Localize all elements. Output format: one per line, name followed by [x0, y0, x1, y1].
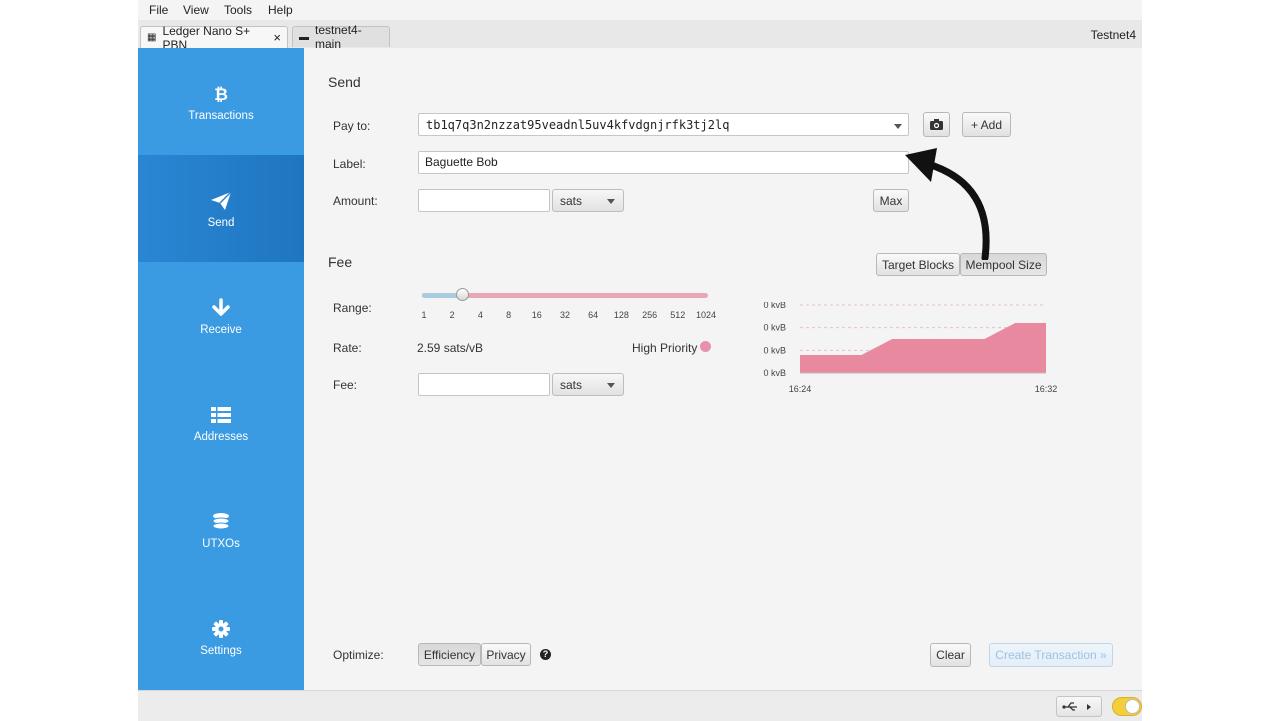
- scan-qr-button[interactable]: [923, 112, 950, 137]
- fee-input[interactable]: [418, 373, 550, 396]
- sidebar-item-label: Transactions: [188, 110, 254, 122]
- label-value: Baguette Bob: [425, 155, 498, 169]
- range-tick-label: 32: [559, 310, 571, 320]
- menu-tools[interactable]: Tools: [224, 3, 252, 17]
- camera-icon: [930, 119, 943, 130]
- mempool-area-series: [800, 323, 1046, 373]
- range-tick-label: 1024: [695, 310, 717, 320]
- add-recipient-button[interactable]: + Add: [962, 112, 1011, 137]
- menu-file[interactable]: File: [149, 3, 168, 17]
- menu-bar: File View Tools Help: [138, 0, 1142, 20]
- sidebar-item-send[interactable]: Send: [138, 155, 304, 262]
- sidebar-item-receive[interactable]: Receive: [138, 262, 304, 369]
- sidebar-item-settings[interactable]: Settings: [138, 583, 304, 690]
- hardware-wallet-button[interactable]: [1056, 696, 1102, 717]
- fee-label: Fee:: [333, 378, 358, 392]
- close-icon[interactable]: ×: [273, 30, 281, 45]
- efficiency-toggle[interactable]: Efficiency: [418, 643, 481, 666]
- range-tick-label: 4: [477, 310, 483, 320]
- rate-value: 2.59 sats/vB: [417, 341, 484, 355]
- optimize-label: Optimize:: [333, 648, 384, 662]
- range-tick-label: 64: [588, 310, 599, 320]
- sidebar-item-label: Receive: [200, 324, 242, 336]
- range-tick-label: 256: [642, 310, 658, 320]
- mempool-chart: 0 kvB0 kvB0 kvB0 kvB16:24 16:32: [763, 302, 1058, 394]
- network-indicator: Testnet4: [1090, 28, 1136, 42]
- range-tick-label: 2: [449, 310, 455, 320]
- chevron-down-icon: [607, 383, 615, 388]
- bitcoin-icon: ₿: [214, 85, 228, 104]
- wallet-tab-bar: ▦ Ledger Nano S+ PBN × ▬ testnet4-main T…: [138, 20, 1142, 52]
- question-icon[interactable]: ?: [540, 649, 551, 660]
- send-section-title: Send: [328, 74, 361, 90]
- tab-label: testnet4-main: [315, 23, 362, 51]
- sidebar: ₿ Transactions Send Receive Addresses UT…: [138, 48, 304, 690]
- sparrow-window: File View Tools Help ▦ Ledger Nano S+ PB…: [138, 0, 1142, 721]
- y-tick-label: 0 kvB: [763, 323, 786, 333]
- status-bar: [138, 690, 1142, 721]
- slider-thumb[interactable]: [456, 288, 470, 301]
- amount-label: Amount:: [333, 194, 378, 208]
- y-tick-label: 0 kvB: [763, 345, 786, 355]
- x-tick-label: 16:24: [789, 384, 812, 394]
- sidebar-item-label: Addresses: [193, 431, 249, 443]
- tab-testnet4-main[interactable]: ▬ testnet4-main: [292, 23, 390, 51]
- range-tick-label: 16: [531, 310, 542, 320]
- sidebar-item-label: Send: [207, 217, 235, 229]
- amount-input[interactable]: [418, 189, 550, 212]
- list-icon: [211, 407, 231, 423]
- sidebar-item-transactions[interactable]: ₿ Transactions: [138, 48, 304, 155]
- fee-unit-value: sats: [560, 377, 583, 392]
- range-tick-label: 128: [613, 310, 629, 320]
- range-tick-label: 512: [670, 310, 686, 320]
- paper-plane-icon: [211, 191, 232, 210]
- wallet-icon: ▬: [299, 31, 309, 43]
- range-label: Range:: [333, 301, 372, 315]
- clear-button[interactable]: Clear: [930, 643, 971, 667]
- chevron-down-icon: [607, 199, 615, 204]
- priority-label: High Priority: [632, 341, 698, 355]
- tab-ledger-wallet[interactable]: ▦ Ledger Nano S+ PBN ×: [140, 24, 288, 52]
- annotation-arrow: [905, 148, 990, 260]
- sidebar-item-label: UTXOs: [202, 538, 240, 550]
- y-tick-label: 0 kvB: [763, 302, 786, 310]
- fee-section-title: Fee: [328, 254, 353, 270]
- arrow-down-icon: [212, 298, 230, 316]
- server-connection-toggle[interactable]: [1112, 697, 1142, 716]
- amount-unit-value: sats: [560, 193, 583, 208]
- svg-text:₿: ₿: [214, 85, 228, 104]
- rate-label: Rate:: [333, 341, 362, 355]
- y-tick-label: 0 kvB: [763, 368, 786, 378]
- range-tick-labels: 1 2 4 8 16 32 64 128 256 512 1024: [421, 310, 716, 324]
- range-tick-label: 1: [421, 310, 427, 320]
- dropdown-arrow-icon[interactable]: [894, 124, 902, 129]
- range-tick-label: 8: [506, 310, 512, 320]
- privacy-toggle[interactable]: Privacy: [481, 643, 531, 666]
- create-transaction-button[interactable]: Create Transaction »: [989, 643, 1113, 667]
- send-panel: Send Pay to: tb1q7q3n2nzzat95veadnl5uv4k…: [304, 48, 1142, 690]
- amount-unit-select[interactable]: sats: [552, 189, 624, 212]
- x-tick-label: 16:32: [1035, 384, 1058, 394]
- pay-to-label: Pay to:: [333, 119, 371, 133]
- priority-indicator-dot: [700, 341, 711, 352]
- sidebar-item-utxos[interactable]: UTXOs: [138, 476, 304, 583]
- coins-icon: [212, 513, 230, 530]
- toggle-knob: [1125, 699, 1140, 714]
- usb-icon: [1062, 702, 1091, 711]
- gear-icon: [212, 620, 230, 638]
- sidebar-item-addresses[interactable]: Addresses: [138, 369, 304, 476]
- menu-view[interactable]: View: [183, 3, 209, 17]
- wallet-icon: ▦: [147, 32, 157, 43]
- menu-help[interactable]: Help: [268, 3, 293, 17]
- label-input[interactable]: Baguette Bob: [418, 151, 909, 174]
- label-label: Label:: [333, 157, 366, 171]
- pay-to-input[interactable]: tb1q7q3n2nzzat95veadnl5uv4kfvdgnjrfk3tj2…: [418, 113, 909, 136]
- sidebar-item-label: Settings: [200, 645, 242, 657]
- pay-to-value: tb1q7q3n2nzzat95veadnl5uv4kfvdgnjrfk3tj2…: [426, 118, 730, 132]
- fee-unit-select[interactable]: sats: [552, 373, 624, 396]
